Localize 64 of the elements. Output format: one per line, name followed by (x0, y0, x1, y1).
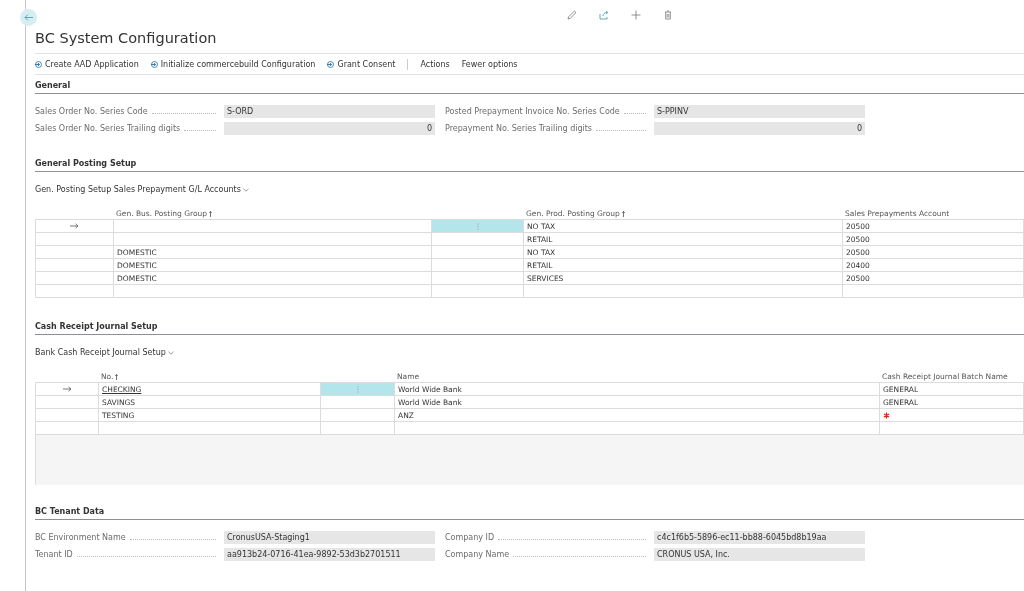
row-menu[interactable] (432, 259, 524, 272)
toolbar-button[interactable]: Grant Consent (327, 59, 396, 69)
field-label: Company ID (445, 533, 495, 542)
value-field[interactable]: S-PPINV (654, 105, 865, 118)
arrow-icon (62, 386, 72, 392)
chevron-down-icon (167, 350, 174, 355)
field-label: Company Name (445, 550, 510, 559)
row-menu[interactable] (321, 396, 395, 409)
value-field[interactable]: c4c1f6b5-5896-ec11-bb88-6045bd8b19aa (654, 531, 865, 544)
chevron-down-icon (242, 187, 249, 192)
field-label: Sales Order No. Series Trailing digits (35, 124, 181, 133)
row-marker[interactable] (36, 383, 99, 396)
row-menu[interactable] (432, 285, 524, 298)
toolbar-button[interactable]: Fewer options (461, 59, 518, 69)
row-marker[interactable] (36, 259, 114, 272)
section-title: General (35, 81, 1024, 94)
row-menu[interactable] (432, 246, 524, 259)
row-marker[interactable] (36, 285, 114, 298)
row-marker[interactable] (36, 396, 99, 409)
share-icon[interactable] (599, 10, 609, 20)
value-field[interactable]: 0 (654, 122, 865, 135)
section-title: Cash Receipt Journal Setup (35, 322, 1024, 335)
row-menu[interactable] (432, 233, 524, 246)
value-field[interactable]: aa913b24-0716-41ea-9892-53d3b2701511 (224, 548, 435, 561)
row-menu[interactable] (432, 272, 524, 285)
value-field[interactable]: 0 (224, 122, 435, 135)
action-icon (150, 60, 158, 68)
delete-icon[interactable] (663, 10, 673, 20)
field-label: Tenant ID (35, 550, 73, 559)
part-title[interactable]: Bank Cash Receipt Journal Setup (35, 348, 174, 357)
back-button[interactable] (20, 9, 37, 26)
section-title: BC Tenant Data (35, 507, 1024, 520)
part-title[interactable]: Gen. Posting Setup Sales Prepayment G/L Accounts (35, 185, 249, 194)
toolbar-button[interactable]: Create AAD Application (35, 59, 139, 69)
back-arrow-icon (24, 14, 33, 21)
leader-line (596, 130, 646, 131)
add-icon[interactable] (631, 10, 641, 20)
field-label: Posted Prepayment Invoice No. Series Code (445, 107, 620, 116)
required-icon (883, 411, 890, 419)
row-menu[interactable] (321, 383, 395, 396)
row-menu[interactable] (432, 220, 524, 233)
value-field[interactable]: CRONUS USA, Inc. (654, 548, 865, 561)
value-field[interactable]: CronusUSA-Staging1 (224, 531, 435, 544)
toolbar-button[interactable]: Actions (420, 59, 450, 69)
page-title: BC System Configuration (35, 30, 218, 48)
row-marker[interactable] (36, 246, 114, 259)
row-marker[interactable] (36, 409, 99, 422)
row-marker[interactable] (36, 233, 114, 246)
row-menu[interactable] (321, 409, 395, 422)
leader-line (184, 130, 216, 131)
toolbar-button[interactable]: Initialize commercebuild Configuration (150, 59, 316, 69)
section-title: General Posting Setup (35, 159, 1024, 172)
leader-line (151, 113, 216, 114)
field-label: BC Environment Name (35, 533, 126, 542)
action-icon (35, 60, 42, 68)
row-marker[interactable] (36, 220, 114, 233)
field-label: Prepayment No. Series Trailing digits (445, 124, 593, 133)
arrow-icon (70, 223, 79, 229)
edit-icon[interactable] (567, 10, 577, 20)
action-icon (327, 60, 335, 68)
field-label: Sales Order No. Series Code (35, 107, 148, 116)
leader-line (623, 113, 646, 114)
value-field[interactable]: S-ORD (224, 105, 435, 118)
row-marker[interactable] (36, 272, 114, 285)
